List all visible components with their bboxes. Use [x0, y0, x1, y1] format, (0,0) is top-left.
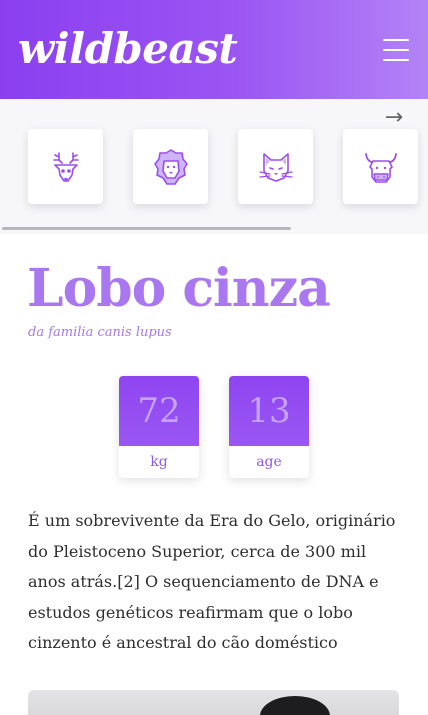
animal-title: Lobo cinza — [27, 258, 331, 319]
animal-photo-subject — [260, 696, 330, 715]
menu-line — [383, 59, 409, 61]
stat-weight-panel: 72 — [119, 376, 199, 446]
stat-age: 13 age — [229, 376, 309, 478]
app-header: wildbeast — [0, 0, 428, 99]
stat-age-unit: age — [256, 454, 282, 470]
menu-line — [383, 49, 409, 51]
animal-card-deer[interactable] — [28, 129, 103, 204]
animal-card-bull[interactable] — [343, 129, 418, 204]
menu-line — [383, 39, 409, 41]
carousel-scrollbar-thumb[interactable] — [2, 227, 291, 230]
stat-weight-value: 72 — [137, 391, 181, 431]
animal-card-lion[interactable] — [133, 129, 208, 204]
animal-photo — [28, 690, 399, 715]
stat-weight: 72 kg — [119, 376, 199, 478]
app-logo[interactable]: wildbeast — [18, 24, 238, 74]
animal-description: É um sobrevivente da Era do Gelo, origin… — [28, 511, 396, 652]
lion-icon — [153, 148, 188, 185]
deer-icon — [52, 151, 79, 182]
hamburger-menu-icon[interactable] — [380, 36, 412, 64]
bull-icon — [364, 152, 397, 183]
animal-family: da familia canis lupus — [28, 325, 172, 340]
stat-age-panel: 13 — [229, 376, 309, 446]
carousel-scrollbar — [0, 227, 428, 230]
stat-age-value: 13 — [247, 391, 291, 431]
stat-weight-unit: kg — [150, 454, 168, 470]
animal-card-cat[interactable] — [238, 129, 313, 204]
arrow-right-icon[interactable]: → — [380, 104, 408, 132]
cat-icon — [258, 152, 293, 182]
